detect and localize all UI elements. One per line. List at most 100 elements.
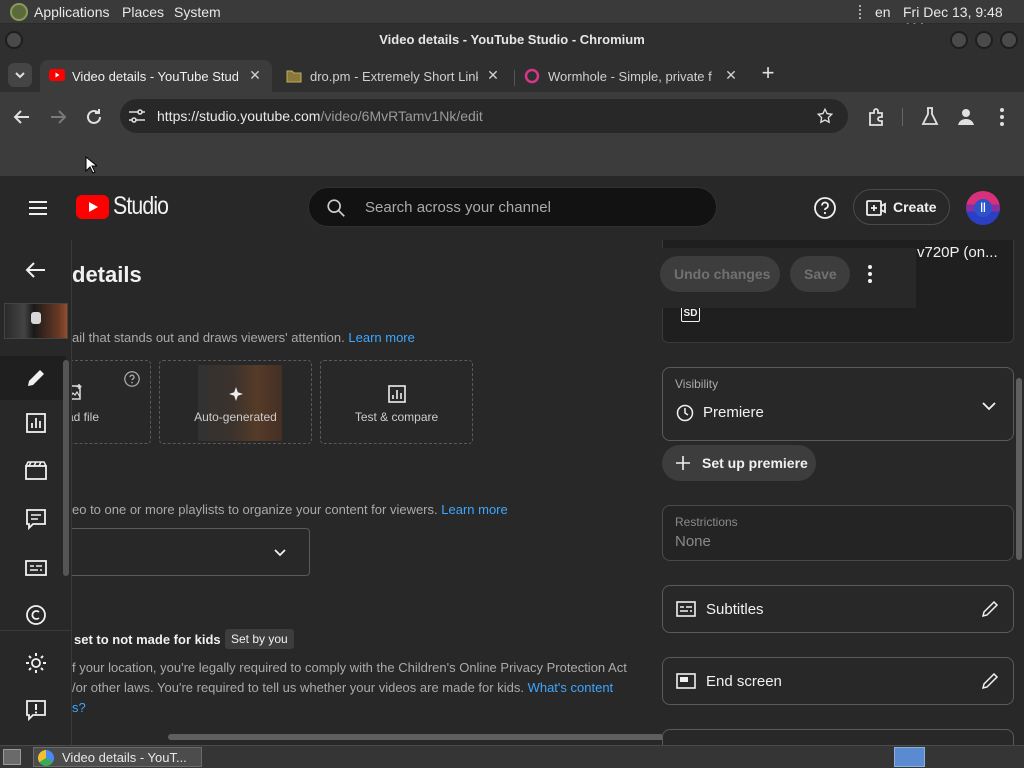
close-tab-icon[interactable]: ✕ xyxy=(484,66,502,84)
toolbar-spacer xyxy=(0,142,1024,176)
set-by-you-badge: Set by you xyxy=(225,629,294,649)
end-screen-label: End screen xyxy=(706,673,782,690)
sd-quality-badge: SD xyxy=(681,306,700,322)
tab-video-details[interactable]: Video details - YouTube Studio ✕ xyxy=(40,60,272,92)
copyright-icon[interactable] xyxy=(22,601,50,629)
sidebar-item-details[interactable] xyxy=(0,356,66,400)
studio-sidebar xyxy=(0,240,72,745)
url-path: /video/6MvRTamv1Nk/edit xyxy=(320,108,483,124)
taskbar-window-button[interactable]: Video details - YouT... xyxy=(33,747,202,767)
subtitles-icon[interactable] xyxy=(22,554,50,582)
end-screen-row[interactable]: End screen xyxy=(662,657,1014,705)
menu-places[interactable]: Places xyxy=(122,4,164,20)
subtitles-label: Subtitles xyxy=(706,601,764,618)
save-label: Save xyxy=(804,266,837,282)
thumbnail-learn-more-link[interactable]: Learn more xyxy=(348,330,414,345)
auto-generated-thumbnail-option[interactable]: Auto-generated xyxy=(159,360,312,444)
folder-favicon-icon xyxy=(286,70,302,83)
tab-search-button[interactable] xyxy=(8,63,32,87)
maximize-icon[interactable] xyxy=(975,31,993,49)
playlists-dropdown[interactable] xyxy=(72,528,310,576)
right-panel-scrollbar[interactable] xyxy=(1016,378,1022,560)
hamburger-menu-icon[interactable] xyxy=(26,198,50,218)
profile-icon[interactable] xyxy=(954,105,978,129)
sparkle-icon xyxy=(229,387,243,401)
save-button[interactable]: Save xyxy=(790,256,850,292)
site-settings-icon[interactable] xyxy=(128,108,146,124)
horizontal-scrollbar[interactable] xyxy=(168,734,662,740)
address-bar[interactable]: https://studio.youtube.com/video/6MvRTam… xyxy=(120,99,848,133)
tab-label: dro.pm - Extremely Short Links xyxy=(310,69,478,84)
studio-logo[interactable]: Studio xyxy=(76,192,176,224)
close-tab-icon[interactable]: ✕ xyxy=(246,66,264,84)
analytics-icon[interactable] xyxy=(22,409,50,437)
help-icon[interactable] xyxy=(123,370,141,388)
back-arrow-icon[interactable] xyxy=(22,256,50,284)
visibility-dropdown[interactable]: Visibility Premiere xyxy=(662,367,1014,441)
workspace-switcher[interactable] xyxy=(894,747,925,767)
pencil-icon xyxy=(28,370,44,386)
subtitles-icon xyxy=(676,601,696,617)
upload-thumbnail-option[interactable]: ad file xyxy=(72,360,151,444)
tab-dro-pm[interactable]: dro.pm - Extremely Short Links ✕ xyxy=(278,60,510,92)
settings-gear-icon[interactable] xyxy=(22,649,50,677)
edit-pencil-icon[interactable] xyxy=(980,599,1000,619)
studio-logo-text: Studio xyxy=(113,192,169,220)
feedback-icon[interactable] xyxy=(22,696,50,724)
menu-applications[interactable]: Applications xyxy=(34,4,110,20)
video-thumbnail[interactable] xyxy=(4,303,68,339)
editor-clapper-icon[interactable] xyxy=(22,457,50,485)
edit-pencil-icon[interactable] xyxy=(980,671,1000,691)
undo-changes-button[interactable]: Undo changes xyxy=(660,256,780,292)
playlist-learn-more-link[interactable]: Learn more xyxy=(441,502,507,517)
back-arrow-icon[interactable] xyxy=(10,105,34,129)
forward-arrow-icon[interactable] xyxy=(46,105,70,129)
labs-flask-icon[interactable] xyxy=(918,105,942,129)
more-options-icon[interactable] xyxy=(858,262,882,286)
whats-content-link[interactable]: What's content xyxy=(528,680,614,695)
panel-handle-icon xyxy=(859,5,862,19)
chevron-down-icon xyxy=(982,402,996,411)
thumbnail-description: ail that stands out and draws viewers' a… xyxy=(72,330,415,345)
sidebar-divider xyxy=(0,630,71,631)
premiere-button-label: Set up premiere xyxy=(702,455,808,471)
tab-wormhole[interactable]: Wormhole - Simple, private file sharing … xyxy=(516,60,748,92)
audience-description: f your location, you're legally required… xyxy=(72,658,632,718)
bookmark-star-icon[interactable] xyxy=(816,107,834,125)
reload-icon[interactable] xyxy=(82,105,106,129)
close-tab-icon[interactable]: ✕ xyxy=(722,66,740,84)
channel-search-input[interactable]: Search across your channel xyxy=(308,187,717,227)
browser-menu-icon[interactable] xyxy=(990,105,1014,129)
minimize-icon[interactable] xyxy=(950,31,968,49)
distro-logo-icon[interactable] xyxy=(10,3,28,21)
audience-link-continued[interactable]: s? xyxy=(72,698,632,718)
audience-text-2: /or other laws. You're required to tell … xyxy=(72,680,524,695)
image-upload-icon xyxy=(72,384,82,400)
upload-option-label: ad file xyxy=(72,410,100,424)
test-compare-option[interactable]: Test & compare xyxy=(320,360,473,444)
close-window-icon[interactable] xyxy=(1000,31,1018,49)
extensions-puzzle-icon[interactable] xyxy=(865,105,889,129)
taskbar-window-label: Video details - YouT... xyxy=(62,750,187,765)
tab-divider xyxy=(514,70,515,86)
thumbnail-figure xyxy=(31,312,41,324)
create-button[interactable]: Create xyxy=(853,189,950,225)
youtube-favicon-icon xyxy=(49,69,65,81)
url-text: https://studio.youtube.com/video/6MvRTam… xyxy=(157,108,483,124)
keyboard-language[interactable]: en xyxy=(875,4,891,20)
undo-label: Undo changes xyxy=(674,266,771,282)
sidebar-scrollbar[interactable] xyxy=(63,360,69,576)
tab-label: Wormhole - Simple, private file sharing xyxy=(548,69,712,84)
system-panel: Applications Places System en Fri Dec 13… xyxy=(0,0,1024,36)
show-desktop-icon[interactable] xyxy=(3,749,21,765)
set-up-premiere-button[interactable]: Set up premiere xyxy=(662,445,816,481)
comments-icon[interactable] xyxy=(22,505,50,533)
subtitles-row[interactable]: Subtitles xyxy=(662,585,1014,633)
help-icon[interactable] xyxy=(812,195,838,221)
menu-system[interactable]: System xyxy=(174,4,221,20)
tab-strip: Video details - YouTube Studio ✕ dro.pm … xyxy=(0,56,1024,92)
avatar[interactable]: || xyxy=(966,191,1000,225)
new-tab-button[interactable]: + xyxy=(756,62,780,86)
video-details-main: details ail that stands out and draws vi… xyxy=(72,240,662,745)
audience-text-line-1: f your location, you're legally required… xyxy=(72,660,627,675)
